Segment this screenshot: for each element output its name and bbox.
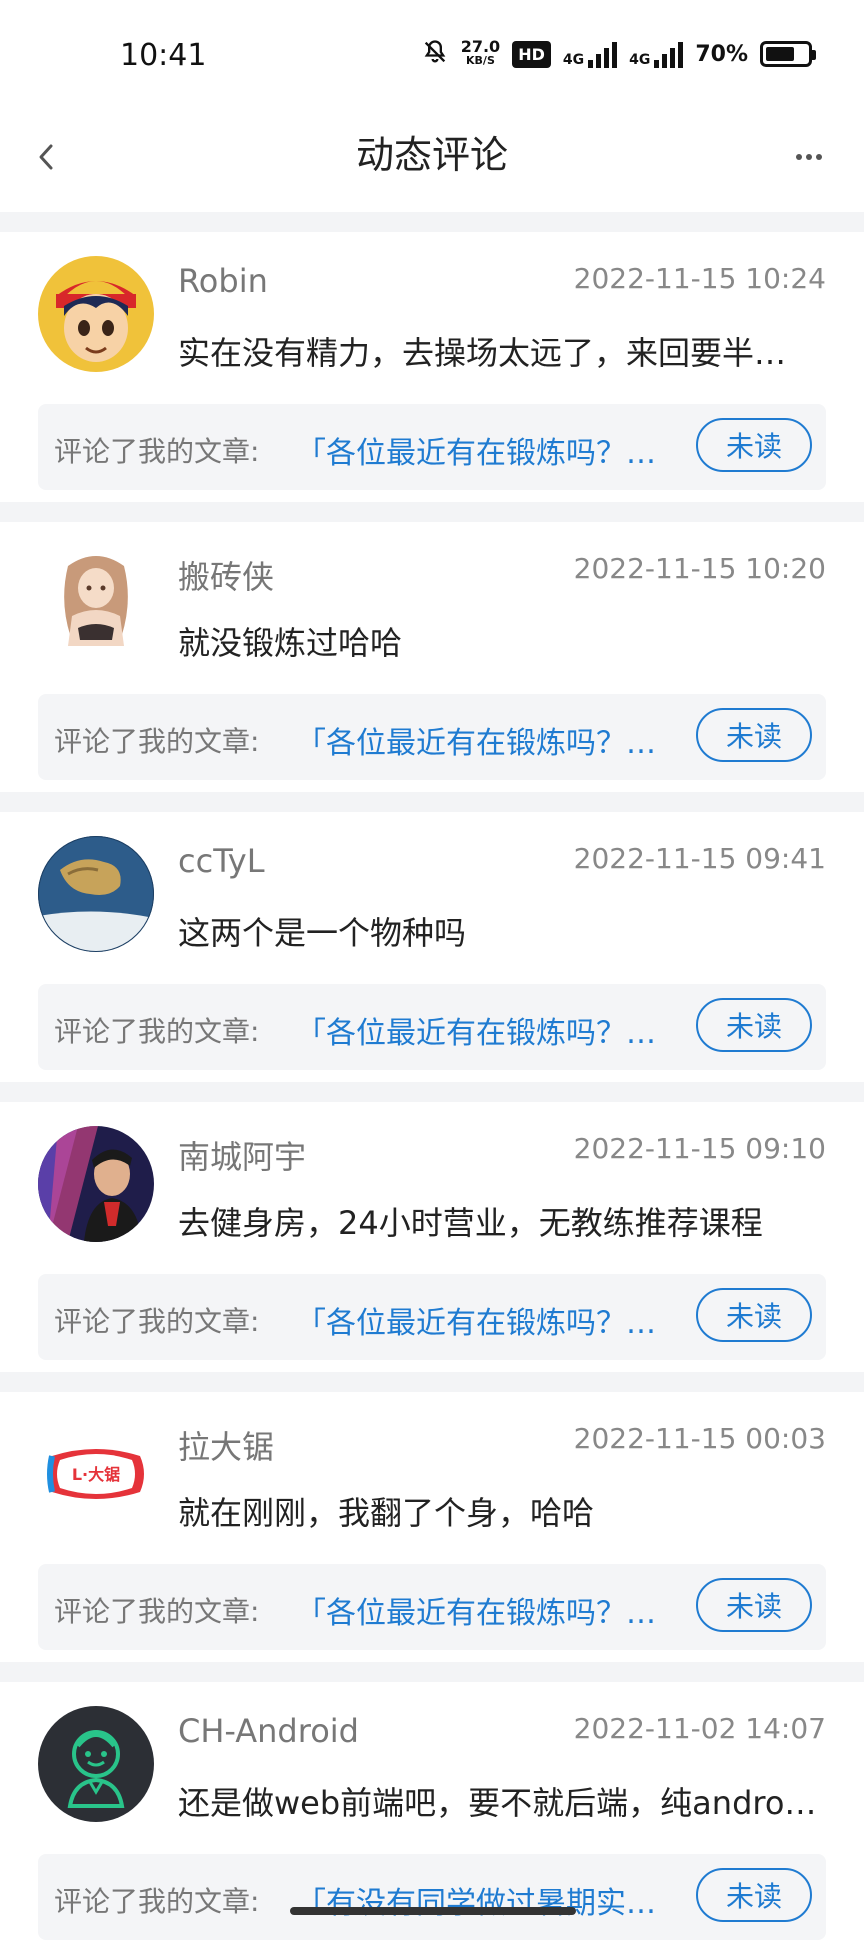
unread-button[interactable]: 未读 — [696, 1288, 812, 1342]
comment-time: 2022-11-15 10:20 — [573, 552, 826, 585]
unread-button[interactable]: 未读 — [696, 1868, 812, 1922]
signal-bars-2 — [654, 40, 684, 68]
more-horizontal-icon — [796, 154, 822, 160]
article-link[interactable]: 「各位最近有在锻炼吗？… — [296, 1298, 686, 1342]
comment-time: 2022-11-15 09:41 — [573, 842, 826, 875]
speed-value: 27.0 — [460, 37, 501, 56]
username[interactable]: CH-Android — [178, 1712, 359, 1750]
username[interactable]: 拉大锯 — [178, 1422, 274, 1468]
logo-text: L·大锯 — [72, 1465, 120, 1484]
comment-card[interactable]: 南城阿宇 2022-11-15 09:10 去健身房，24小时营业，无教练推荐课… — [0, 1102, 864, 1372]
article-reference[interactable]: 评论了我的文章: 「各位最近有在锻炼吗？… 未读 — [38, 404, 826, 490]
unread-button[interactable]: 未读 — [696, 1578, 812, 1632]
hd-badge: HD — [512, 40, 551, 68]
article-reference[interactable]: 评论了我的文章: 「各位最近有在锻炼吗？… 未读 — [38, 1274, 826, 1360]
avatar-man-neon — [38, 1126, 154, 1242]
more-button[interactable] — [784, 132, 834, 182]
comment-card[interactable]: L·大锯 拉大锯 2022-11-15 00:03 就在刚刚，我翻了个身，哈哈 … — [0, 1392, 864, 1662]
nav-bar: 动态评论 — [0, 112, 864, 212]
signal-icon: 4G — [629, 40, 684, 68]
article-reference[interactable]: 评论了我的文章: 「各位最近有在锻炼吗？… 未读 — [38, 1564, 826, 1650]
reference-label: 评论了我的文章: — [54, 1015, 260, 1048]
unread-button[interactable]: 未读 — [696, 998, 812, 1052]
avatar-logo-ladaju: L·大锯 — [38, 1416, 154, 1532]
reference-label: 评论了我的文章: — [54, 1305, 260, 1338]
article-link[interactable]: 「各位最近有在锻炼吗？… — [296, 428, 686, 472]
comment-card[interactable]: Robin 2022-11-15 10:24 实在没有精力，去操场太远了，来回要… — [0, 232, 864, 502]
comment-time: 2022-11-02 14:07 — [573, 1712, 826, 1745]
reference-label: 评论了我的文章: — [54, 1885, 260, 1918]
avatar[interactable] — [38, 1126, 154, 1242]
comment-list: Robin 2022-11-15 10:24 实在没有精力，去操场太远了，来回要… — [0, 212, 864, 1952]
speed-unit: KB/S — [466, 54, 495, 67]
username[interactable]: Robin — [178, 262, 268, 300]
article-reference[interactable]: 评论了我的文章: 「有没有同学做过暑期实… 未读 — [38, 1854, 826, 1940]
article-link[interactable]: 「各位最近有在锻炼吗？… — [296, 1588, 686, 1632]
comment-card[interactable]: ccTyL 2022-11-15 09:41 这两个是一个物种吗 评论了我的文章… — [0, 812, 864, 1082]
battery-fill — [766, 47, 794, 61]
avatar[interactable] — [38, 836, 154, 952]
battery-percent: 70% — [695, 41, 748, 67]
avatar[interactable] — [38, 256, 154, 372]
username[interactable]: 搬砖侠 — [178, 552, 274, 598]
home-indicator[interactable] — [290, 1907, 576, 1915]
avatar[interactable]: L·大锯 — [38, 1416, 154, 1532]
page-title: 动态评论 — [355, 133, 508, 177]
article-link[interactable]: 「各位最近有在锻炼吗？… — [296, 718, 686, 762]
username[interactable]: ccTyL — [178, 842, 265, 880]
bell-off-icon — [421, 38, 449, 70]
comment-time: 2022-11-15 00:03 — [573, 1422, 826, 1455]
username[interactable]: 南城阿宇 — [178, 1132, 306, 1178]
article-link[interactable]: 「各位最近有在锻炼吗？… — [296, 1008, 686, 1052]
comment-text: 这两个是一个物种吗 — [178, 914, 467, 952]
comment-text: 就在刚刚，我翻了个身，哈哈 — [178, 1494, 595, 1532]
avatar-anime-girl — [38, 546, 154, 662]
comment-text: 就没锻炼过哈哈 — [178, 624, 403, 662]
comment-time: 2022-11-15 09:10 — [573, 1132, 826, 1165]
unread-button[interactable]: 未读 — [696, 708, 812, 762]
network-speed: 27.0 KB/S — [460, 37, 501, 68]
status-time: 10:41 — [120, 38, 207, 73]
battery-icon — [760, 41, 816, 67]
reference-label: 评论了我的文章: — [54, 1595, 260, 1628]
avatar[interactable] — [38, 1706, 154, 1822]
status-bar: 10:41 27.0 KB/S HD 4G 4G 70% — [0, 0, 864, 112]
status-icons: 27.0 KB/S HD 4G 4G 70% — [421, 37, 816, 70]
article-reference[interactable]: 评论了我的文章: 「各位最近有在锻炼吗？… 未读 — [38, 694, 826, 780]
comment-text: 去健身房，24小时营业，无教练推荐课程 — [178, 1204, 763, 1242]
avatar-robot-person — [38, 1706, 154, 1822]
comment-card[interactable]: 搬砖侠 2022-11-15 10:20 就没锻炼过哈哈 评论了我的文章: 「各… — [0, 522, 864, 792]
reference-label: 评论了我的文章: — [54, 435, 260, 468]
comment-text: 实在没有精力，去操场太远了，来回要半… — [178, 334, 787, 372]
signal-label-1: 4G — [562, 52, 585, 68]
signal-icon: 4G — [562, 40, 618, 68]
avatar-globe — [38, 836, 154, 952]
signal-label-2: 4G — [629, 52, 651, 68]
avatar[interactable] — [38, 546, 154, 662]
avatar-cartoon-boy — [38, 256, 154, 372]
comment-time: 2022-11-15 10:24 — [573, 262, 826, 295]
comment-text: 还是做web前端吧，要不就后端，纯andro… — [178, 1784, 817, 1822]
article-link[interactable]: 「有没有同学做过暑期实… — [296, 1878, 686, 1922]
reference-label: 评论了我的文章: — [54, 725, 260, 758]
article-reference[interactable]: 评论了我的文章: 「各位最近有在锻炼吗？… 未读 — [38, 984, 826, 1070]
unread-button[interactable]: 未读 — [696, 418, 812, 472]
signal-bars-1 — [588, 40, 618, 68]
